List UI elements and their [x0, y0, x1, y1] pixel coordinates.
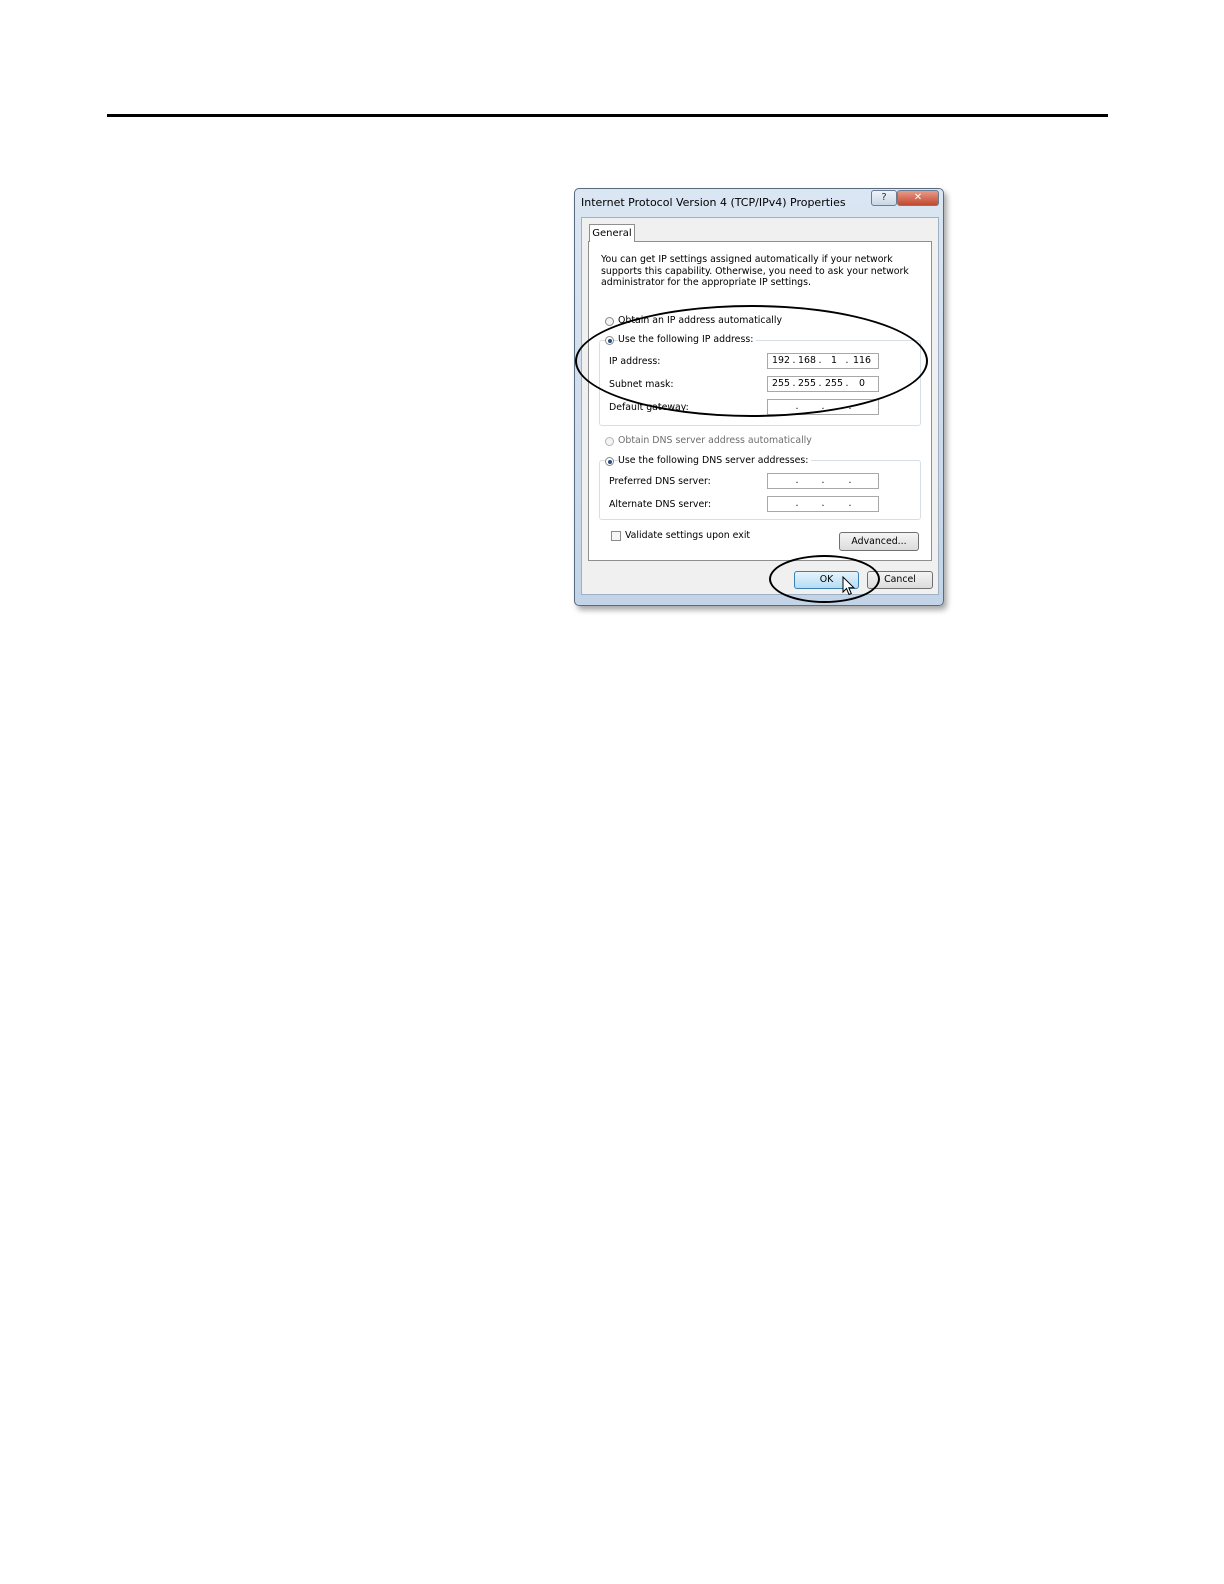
- ip-dot: .: [821, 498, 825, 509]
- dns-auto-label[interactable]: Obtain DNS server address automatically: [618, 435, 812, 446]
- ip-octet-4: 116: [853, 355, 871, 366]
- preferred-dns-field[interactable]: . . .: [767, 473, 879, 489]
- subnet-octet-3: 255: [825, 378, 843, 389]
- validate-label[interactable]: Validate settings upon exit: [625, 530, 750, 541]
- cancel-button[interactable]: Cancel: [867, 571, 933, 589]
- ip-dot: .: [818, 378, 822, 389]
- subnet-mask-label: Subnet mask:: [609, 379, 674, 390]
- general-tab-panel: You can get IP settings assigned automat…: [588, 241, 932, 561]
- preferred-dns-label: Preferred DNS server:: [609, 476, 711, 487]
- ip-auto-radio[interactable]: [605, 317, 614, 326]
- ip-dot: .: [845, 378, 849, 389]
- ip-dot: .: [818, 355, 822, 366]
- subnet-octet-1: 255: [772, 378, 790, 389]
- ip-address-field[interactable]: 192 . 168 . 1 . 116: [767, 353, 879, 369]
- close-button[interactable]: ✕: [897, 190, 939, 206]
- validate-checkbox[interactable]: [611, 531, 621, 541]
- subnet-mask-field[interactable]: 255 . 255 . 255 . 0: [767, 376, 879, 392]
- page-header-rule: [107, 114, 1108, 117]
- ip-octet-1: 192: [772, 355, 790, 366]
- dialog-client-area: General You can get IP settings assigned…: [581, 217, 939, 595]
- ip-dot: .: [848, 475, 852, 486]
- ip-dot: .: [845, 355, 849, 366]
- ip-manual-label[interactable]: Use the following IP address:: [618, 334, 757, 345]
- advanced-button[interactable]: Advanced...: [839, 532, 919, 551]
- dialog-title: Internet Protocol Version 4 (TCP/IPv4) P…: [581, 196, 846, 209]
- ip-dot: .: [848, 401, 852, 412]
- default-gateway-label: Default gateway:: [609, 402, 689, 413]
- mouse-pointer-icon: [842, 576, 856, 596]
- intro-text: You can get IP settings assigned automat…: [601, 254, 909, 289]
- ip-octet-2: 168: [798, 355, 816, 366]
- tcpip-properties-dialog: Internet Protocol Version 4 (TCP/IPv4) P…: [574, 188, 944, 606]
- ip-dot: .: [848, 498, 852, 509]
- subnet-octet-2: 255: [798, 378, 816, 389]
- help-button[interactable]: ?: [871, 190, 897, 206]
- ip-manual-radio[interactable]: [605, 336, 614, 345]
- default-gateway-field[interactable]: . . .: [767, 399, 879, 415]
- alternate-dns-label: Alternate DNS server:: [609, 499, 712, 510]
- tab-general[interactable]: General: [589, 224, 635, 242]
- dns-manual-radio[interactable]: [605, 457, 614, 466]
- ip-dot: .: [795, 401, 799, 412]
- ip-address-label: IP address:: [609, 356, 661, 367]
- ip-auto-label[interactable]: Obtain an IP address automatically: [618, 315, 782, 326]
- ip-dot: .: [821, 401, 825, 412]
- ip-dot: .: [795, 475, 799, 486]
- title-bar[interactable]: Internet Protocol Version 4 (TCP/IPv4) P…: [575, 189, 943, 215]
- ip-dot: .: [795, 498, 799, 509]
- dns-auto-radio[interactable]: [605, 437, 614, 446]
- ip-dot: .: [821, 475, 825, 486]
- dns-manual-label[interactable]: Use the following DNS server addresses:: [618, 455, 812, 466]
- ip-octet-3: 1: [831, 355, 837, 366]
- alternate-dns-field[interactable]: . . .: [767, 496, 879, 512]
- subnet-octet-4: 0: [859, 378, 865, 389]
